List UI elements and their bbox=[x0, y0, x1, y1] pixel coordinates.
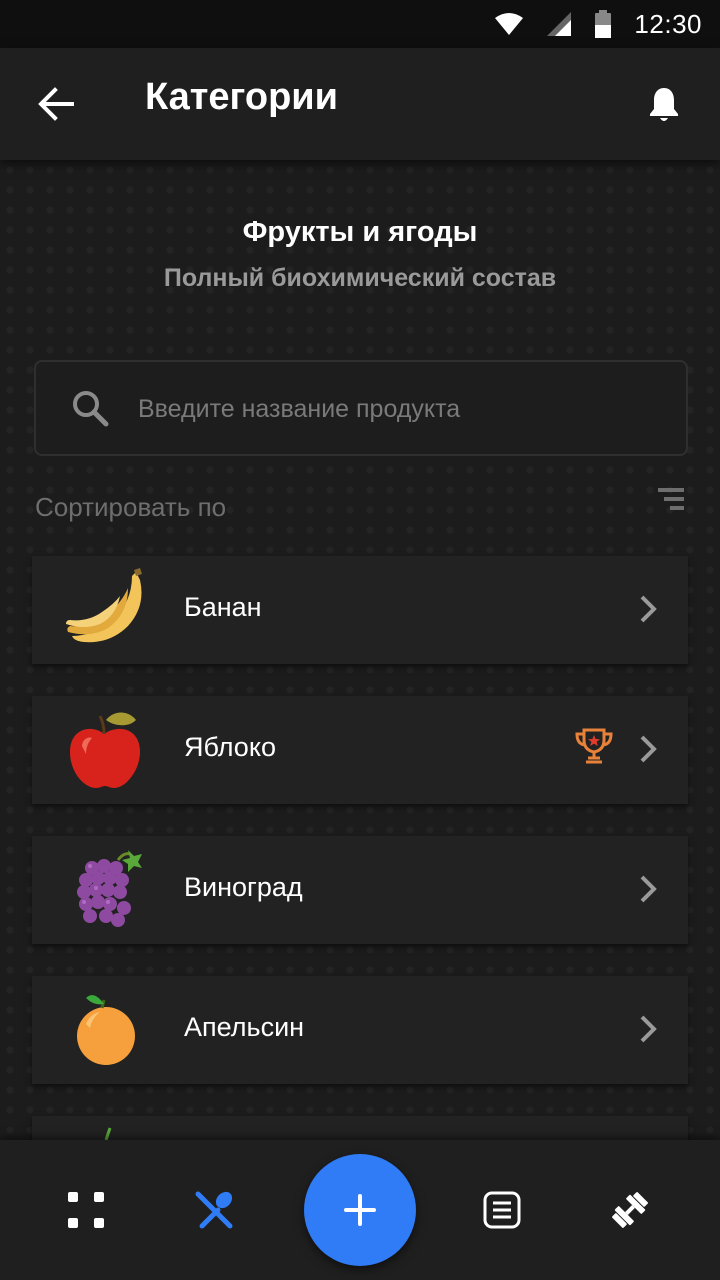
nav-list-button[interactable] bbox=[472, 1180, 532, 1240]
category-title: Фрукты и ягоды bbox=[242, 216, 478, 248]
list-item-partial[interactable] bbox=[32, 1116, 688, 1140]
list-item-banana[interactable]: Банан bbox=[32, 556, 688, 664]
page-title: Категории bbox=[145, 76, 339, 118]
nav-dashboard-button[interactable] bbox=[56, 1180, 116, 1240]
status-time: 12:30 bbox=[634, 8, 702, 39]
list-item-label: Яблоко bbox=[184, 732, 276, 762]
list-item-orange[interactable]: Апельсин bbox=[32, 976, 688, 1084]
fruit-icon bbox=[104, 1127, 112, 1140]
cellular-signal-icon bbox=[547, 12, 572, 36]
status-bar: 12:30 bbox=[0, 0, 720, 48]
list-item-apple[interactable]: Яблоко bbox=[32, 696, 688, 804]
bottom-navigation bbox=[0, 1140, 720, 1280]
list-item-label: Апельсин bbox=[184, 1012, 305, 1042]
battery-icon bbox=[595, 10, 612, 38]
orange-icon bbox=[77, 995, 135, 1065]
app-bar: Категории bbox=[0, 48, 720, 160]
sort-icon-line bbox=[670, 506, 684, 510]
sort-button[interactable] bbox=[658, 488, 684, 512]
category-subtitle: Полный биохимический состав bbox=[163, 264, 557, 292]
chevron-right-icon bbox=[640, 1015, 657, 1043]
sort-icon bbox=[658, 488, 684, 492]
arrow-left-icon bbox=[38, 87, 74, 121]
banana-icon bbox=[66, 568, 142, 643]
list-item-grapes[interactable]: Виноград bbox=[32, 836, 688, 944]
food-icon bbox=[195, 1191, 233, 1229]
list-item-label: Банан bbox=[184, 592, 262, 622]
main-content[interactable]: Фрукты и ягоды Полный биохимический сост… bbox=[0, 160, 720, 1140]
nav-workout-button[interactable] bbox=[600, 1180, 660, 1240]
search-box[interactable] bbox=[34, 360, 688, 456]
bell-icon bbox=[650, 88, 678, 121]
add-button[interactable] bbox=[304, 1154, 416, 1266]
grid-icon bbox=[68, 1192, 104, 1228]
list-icon bbox=[483, 1191, 521, 1229]
back-button[interactable] bbox=[30, 78, 82, 130]
sort-icon-line bbox=[664, 497, 684, 501]
chevron-right-icon bbox=[640, 875, 657, 903]
search-icon bbox=[73, 391, 109, 427]
dumbbell-icon bbox=[612, 1192, 648, 1228]
notifications-button[interactable] bbox=[638, 78, 690, 130]
apple-icon bbox=[70, 712, 140, 788]
search-input[interactable] bbox=[138, 384, 658, 434]
trophy-icon bbox=[575, 728, 613, 764]
list-item-label: Виноград bbox=[184, 872, 303, 902]
chevron-right-icon bbox=[640, 735, 657, 763]
grapes-icon bbox=[77, 850, 142, 927]
sort-label: Сортировать по bbox=[35, 492, 227, 522]
nav-food-button[interactable] bbox=[184, 1180, 244, 1240]
wifi-icon bbox=[495, 13, 524, 35]
add-icon bbox=[344, 1194, 376, 1226]
chevron-right-icon bbox=[640, 595, 657, 623]
